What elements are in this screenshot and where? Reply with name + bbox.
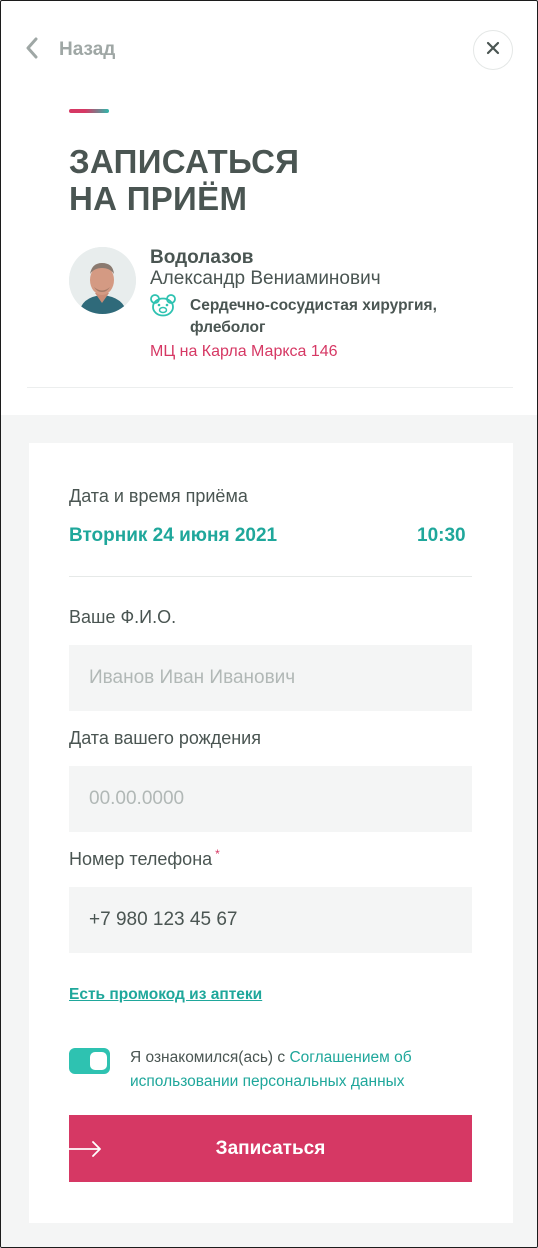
toggle-knob — [90, 1052, 107, 1070]
birth-date-input[interactable] — [69, 766, 472, 832]
divider — [27, 387, 513, 388]
doctor-name: Александр Вениаминович — [150, 268, 381, 289]
phone-label: Номер телефона * — [69, 847, 220, 870]
consent-text: Я ознакомился(ась) с Соглашением об испо… — [130, 1046, 470, 1094]
page-title-line1: ЗАПИСАТЬСЯ — [69, 143, 300, 180]
fio-label: Ваше Ф.И.О. — [69, 607, 177, 627]
form-card — [29, 443, 513, 1223]
submit-label: Записаться — [215, 1137, 326, 1159]
consent-toggle[interactable] — [69, 1048, 110, 1074]
page-title: ЗАПИСАТЬСЯ НА ПРИЁМ — [69, 143, 469, 217]
appointment-time: 10:30 — [417, 525, 466, 546]
clinic-link[interactable]: МЦ на Карла Маркса 146 — [150, 343, 338, 361]
arrow-right-icon — [68, 1139, 103, 1162]
required-mark: * — [215, 847, 220, 861]
page-title-line2: НА ПРИЁМ — [69, 180, 248, 217]
close-icon — [486, 41, 500, 60]
app-frame: Назад ЗАПИСАТЬСЯ НА ПРИЁМ Водолазов Алек… — [0, 0, 538, 1248]
chevron-left-icon — [25, 37, 39, 64]
consent-prefix: Я ознакомился(ась) с — [130, 1049, 290, 1066]
promo-code-link[interactable]: Есть промокод из аптеки — [69, 986, 262, 1004]
phone-input[interactable] — [69, 887, 472, 953]
birth-date-label: Дата вашего рождения — [69, 728, 261, 748]
doctor-specialty: Сердечно-сосудистая хирургия, флеболог — [190, 297, 437, 336]
title-accent-line — [69, 109, 109, 113]
close-button[interactable] — [473, 30, 513, 70]
divider — [69, 576, 472, 577]
phone-label-text: Номер телефона — [69, 849, 213, 869]
back-button[interactable]: Назад — [25, 37, 115, 63]
appointment-date: Вторник 24 июня 2021 — [69, 525, 278, 546]
teddy-bear-icon — [149, 293, 177, 317]
doctor-surname: Водолазов — [150, 247, 254, 268]
submit-button[interactable]: Записаться — [68, 1115, 472, 1182]
appointment-label: Дата и время приёма — [69, 486, 248, 506]
back-label: Назад — [59, 39, 116, 60]
doctor-avatar — [69, 247, 136, 314]
fio-input[interactable] — [69, 645, 472, 711]
